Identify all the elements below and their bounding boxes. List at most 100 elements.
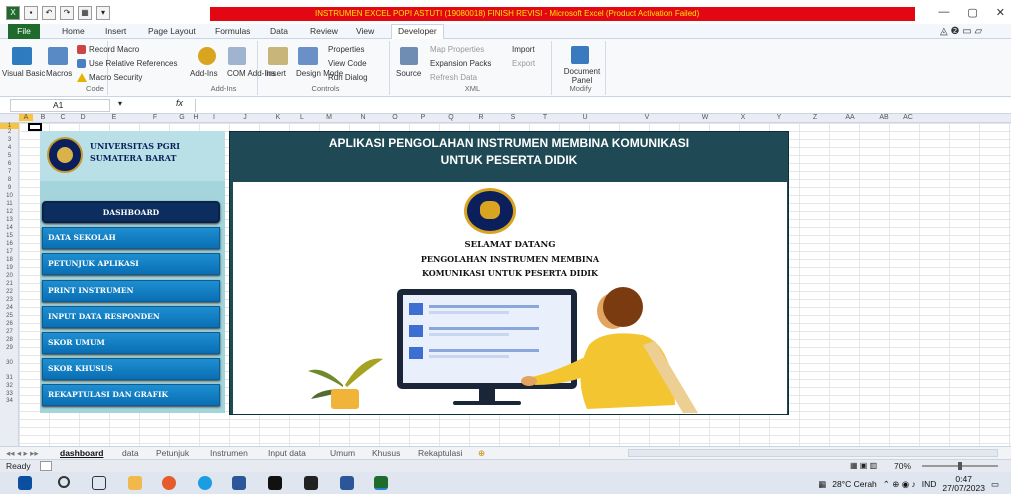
notification-icon[interactable]: ▭ <box>991 479 999 490</box>
customize-qat-icon[interactable]: ▾ <box>96 6 110 20</box>
row-header[interactable]: 2 <box>0 129 19 136</box>
sheet-tab-dashboard[interactable]: dashboard <box>60 448 103 458</box>
row-header[interactable]: 27 <box>0 328 19 336</box>
column-header[interactable]: R <box>465 114 497 121</box>
excel-taskbar-icon[interactable] <box>374 476 388 490</box>
row-header[interactable]: 10 <box>0 192 19 200</box>
row-header[interactable]: 15 <box>0 232 19 240</box>
column-header[interactable]: Y <box>761 114 797 121</box>
nav-input-data-responden[interactable]: INPUT DATA RESPONDEN <box>42 306 220 328</box>
column-header[interactable]: O <box>381 114 409 121</box>
start-icon[interactable] <box>18 476 32 490</box>
source-button[interactable]: Source <box>396 69 421 78</box>
row-header[interactable]: 32 <box>0 382 19 390</box>
macro-record-icon[interactable] <box>40 461 52 471</box>
macros-button[interactable]: Macros <box>46 69 72 78</box>
nav-rekaptulasi-grafik[interactable]: REKAPTULASI DAN GRAFIK <box>42 384 220 406</box>
refresh-data-button[interactable]: Refresh Data <box>430 73 477 82</box>
tab-page-layout[interactable]: Page Layout <box>148 26 196 36</box>
edge-icon[interactable] <box>198 476 212 490</box>
firefox-icon[interactable] <box>162 476 176 490</box>
visual-basic-button[interactable]: Visual Basic <box>2 69 45 78</box>
zoom-slider-thumb[interactable] <box>958 462 962 470</box>
formula-input[interactable] <box>195 99 1005 112</box>
undo-icon[interactable]: ↶ <box>42 6 56 20</box>
nav-skor-umum[interactable]: SKOR UMUM <box>42 332 220 354</box>
redo-icon[interactable]: ↷ <box>60 6 74 20</box>
sheet-tab-khusus[interactable]: Khusus <box>372 448 400 458</box>
tab-home[interactable]: Home <box>62 26 85 36</box>
column-header[interactable]: D <box>73 114 93 121</box>
row-header[interactable]: 13 <box>0 216 19 224</box>
column-header[interactable]: P <box>409 114 437 121</box>
sheet-tab-petunjuk[interactable]: Petunjuk <box>156 448 189 458</box>
column-header[interactable]: F <box>135 114 175 121</box>
row-header[interactable]: 5 <box>0 152 19 160</box>
row-header[interactable]: 24 <box>0 304 19 312</box>
expansion-packs-button[interactable]: Expansion Packs <box>430 59 491 68</box>
row-header[interactable]: 30 <box>0 352 19 374</box>
column-header[interactable]: V <box>609 114 685 121</box>
language-indicator[interactable]: IND <box>922 479 937 489</box>
document-panel-button[interactable]: Document Panel <box>561 67 603 85</box>
tab-view[interactable]: View <box>356 26 374 36</box>
minimize-button[interactable]: — <box>938 6 949 19</box>
row-header[interactable]: 7 <box>0 168 19 176</box>
column-header[interactable]: H <box>189 114 203 121</box>
row-header[interactable]: 28 <box>0 336 19 344</box>
column-header[interactable]: AC <box>901 114 915 121</box>
tab-data[interactable]: Data <box>270 26 288 36</box>
column-header[interactable]: S <box>497 114 529 121</box>
import-button[interactable]: Import <box>512 45 535 54</box>
new-sheet-icon[interactable]: ⊕ <box>478 448 485 459</box>
selected-cell[interactable] <box>28 123 42 131</box>
column-header[interactable]: B <box>33 114 53 121</box>
dropdown-icon[interactable]: ▾ <box>118 99 122 108</box>
save-icon[interactable]: ▪ <box>24 6 38 20</box>
addins-button[interactable]: Add-Ins <box>190 69 218 78</box>
row-header[interactable]: 4 <box>0 144 19 152</box>
column-header[interactable]: A <box>19 114 33 121</box>
row-header[interactable]: 9 <box>0 184 19 192</box>
row-header[interactable]: 26 <box>0 320 19 328</box>
column-header[interactable]: U <box>561 114 609 121</box>
app-icon[interactable] <box>268 476 282 490</box>
column-header[interactable]: G <box>175 114 189 121</box>
row-header[interactable]: 33 <box>0 390 19 398</box>
row-header[interactable]: 18 <box>0 256 19 264</box>
row-header[interactable]: 34 <box>0 398 19 404</box>
column-header[interactable]: L <box>291 114 313 121</box>
column-header[interactable]: T <box>529 114 561 121</box>
column-header[interactable]: Z <box>797 114 833 121</box>
macro-security-button[interactable]: Macro Security <box>89 73 142 82</box>
row-header[interactable]: 16 <box>0 240 19 248</box>
tab-formulas[interactable]: Formulas <box>215 26 250 36</box>
horizontal-scrollbar[interactable] <box>628 449 998 457</box>
relative-references-button[interactable]: Use Relative References <box>89 59 177 68</box>
view-buttons[interactable]: ▦ ▣ ▥ <box>850 461 877 470</box>
sheet-tab-data[interactable]: data <box>122 448 139 458</box>
form-icon[interactable]: ▦ <box>78 6 92 20</box>
tab-insert[interactable]: Insert <box>105 26 126 36</box>
design-mode-button[interactable]: Design Mode <box>296 69 343 78</box>
file-explorer-icon[interactable] <box>128 476 142 490</box>
sheet-tab-umum[interactable]: Umum <box>330 448 355 458</box>
maximize-button[interactable]: ▢ <box>967 6 977 19</box>
row-header[interactable]: 11 <box>0 200 19 208</box>
help-icon[interactable]: ◬ ❷ ▭ ▱ <box>940 26 982 37</box>
column-header[interactable]: AA <box>833 114 867 121</box>
column-header[interactable]: N <box>345 114 381 121</box>
row-header[interactable]: 29 <box>0 344 19 352</box>
column-header[interactable]: I <box>203 114 225 121</box>
zoom-level[interactable]: 70% <box>894 461 911 471</box>
column-header[interactable]: C <box>53 114 73 121</box>
nav-skor-khusus[interactable]: SKOR KHUSUS <box>42 358 220 380</box>
word-icon[interactable] <box>340 476 354 490</box>
sheet-tab-input-data[interactable]: Input data <box>268 448 306 458</box>
row-header[interactable]: 6 <box>0 160 19 168</box>
properties-button[interactable]: Properties <box>328 45 364 54</box>
store-icon[interactable] <box>232 476 246 490</box>
column-header[interactable]: X <box>725 114 761 121</box>
run-dialog-button[interactable]: Run Dialog <box>328 73 368 82</box>
tab-developer[interactable]: Developer <box>391 24 444 39</box>
